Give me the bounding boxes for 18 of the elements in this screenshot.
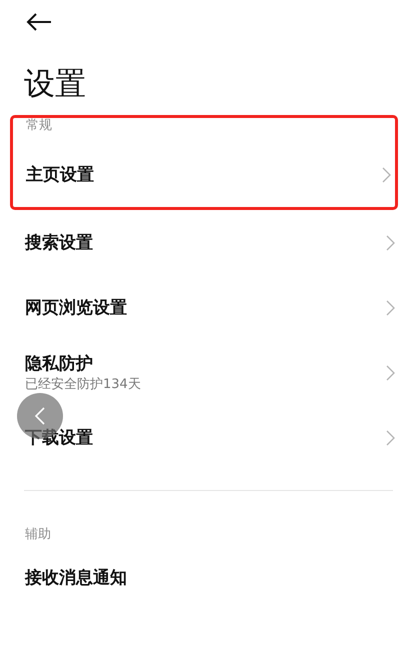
section-header: 常规 (25, 117, 53, 135)
back-arrow-icon[interactable] (26, 13, 52, 31)
settings-row[interactable]: 主页设置 (13, 145, 395, 205)
settings-row[interactable]: 接收消息通知 (0, 545, 417, 610)
settings-row[interactable]: 搜索设置 (0, 210, 417, 275)
chevron-left-icon (35, 407, 45, 425)
section-header: 辅助 (25, 526, 52, 544)
settings-row[interactable]: 下载设置 (0, 405, 417, 470)
row-label: 下载设置 (25, 426, 93, 450)
row-label: 网页浏览设置 (25, 296, 127, 320)
settings-row[interactable]: 网页浏览设置 (0, 275, 417, 340)
row-label: 主页设置 (26, 164, 94, 187)
page-title: 设置 (24, 65, 87, 104)
row-subtitle: 已经安全防护134天 (25, 376, 141, 394)
row-label: 接收消息通知 (25, 566, 127, 590)
row-label: 搜索设置 (25, 232, 93, 254)
row-label: 隐私防护 (25, 352, 94, 376)
settings-row[interactable]: 隐私防护 已经安全防护134天 (0, 340, 417, 405)
